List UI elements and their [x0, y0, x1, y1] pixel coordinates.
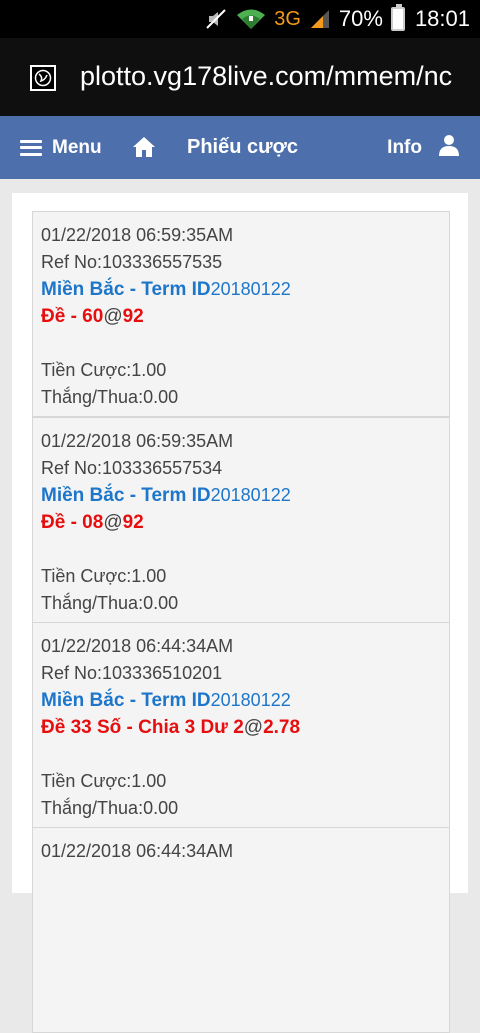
ticket-card[interactable]: 01/22/2018 06:44:34AM [32, 827, 450, 1033]
globe-icon[interactable] [30, 65, 56, 91]
home-icon[interactable] [132, 135, 156, 159]
tickets-panel: 01/22/2018 06:59:35AM Ref No:10333655753… [12, 193, 468, 1033]
ticket-datetime: 01/22/2018 06:44:34AM [41, 636, 234, 656]
clock: 18:01 [414, 6, 470, 31]
menu-button[interactable]: Menu [20, 116, 102, 179]
signal-icon [309, 8, 331, 30]
url-field[interactable]: plotto.vg178live.com/mmem/nc [80, 61, 470, 92]
ticket-term: 20180122 [210, 279, 291, 299]
hamburger-icon [20, 139, 42, 156]
ticket-bet: Đề - 08@92 [41, 512, 144, 533]
info-label: Info [387, 136, 422, 158]
ticket-term: 20180122 [210, 690, 291, 710]
ticket-stake: Tiền Cược:1.00 [41, 360, 167, 380]
mute-icon [204, 7, 228, 31]
ticket-datetime: 01/22/2018 06:59:35AM [41, 225, 234, 245]
battery-icon [390, 4, 405, 31]
ticket-odds: 2.78 [263, 717, 301, 738]
ticket-ref: Ref No:103336557535 [41, 252, 223, 272]
ticket-market: Miền Bắc - Term ID20180122 [41, 690, 291, 711]
ticket-market: Miền Bắc - Term ID20180122 [41, 485, 291, 506]
status-icons: 3G 70% 18:01 [204, 0, 470, 38]
ticket-card[interactable]: 01/22/2018 06:59:35AM Ref No:10333655753… [32, 211, 450, 417]
info-button[interactable]: Info [387, 116, 460, 179]
app-header: Menu Phiếu cược Info [0, 116, 480, 179]
battery-percent: 70% [338, 6, 383, 31]
ticket-odds: 92 [122, 512, 144, 533]
ticket-market: Miền Bắc - Term ID20180122 [41, 279, 291, 300]
page-title: Phiếu cược [187, 136, 298, 158]
ticket-ref: Ref No:103336557534 [41, 458, 223, 478]
ticket-stake: Tiền Cược:1.00 [41, 566, 167, 586]
ticket-datetime: 01/22/2018 06:44:34AM [41, 841, 234, 861]
wifi-icon [236, 7, 266, 31]
browser-url-bar: plotto.vg178live.com/mmem/nc [0, 38, 480, 116]
ticket-odds: 92 [122, 306, 144, 327]
ticket-result: Thắng/Thua:0.00 [41, 387, 179, 407]
ticket-datetime: 01/22/2018 06:59:35AM [41, 431, 234, 451]
ticket-result: Thắng/Thua:0.00 [41, 798, 179, 818]
network-type: 3G [274, 7, 301, 30]
menu-label: Menu [52, 136, 102, 158]
ticket-result: Thắng/Thua:0.00 [41, 593, 179, 613]
user-icon [438, 134, 460, 162]
status-bar: 3G 70% 18:01 [0, 0, 480, 38]
ticket-bet: Đề 33 Số - Chia 3 Dư 2@2.78 [41, 717, 301, 738]
ticket-bet: Đề - 60@92 [41, 306, 144, 327]
ticket-term: 20180122 [210, 485, 291, 505]
ticket-card[interactable]: 01/22/2018 06:44:34AM Ref No:10333651020… [32, 622, 450, 828]
ticket-ref: Ref No:103336510201 [41, 663, 223, 683]
ticket-stake: Tiền Cược:1.00 [41, 771, 167, 791]
ticket-card[interactable]: 01/22/2018 06:59:35AM Ref No:10333655753… [32, 417, 450, 623]
